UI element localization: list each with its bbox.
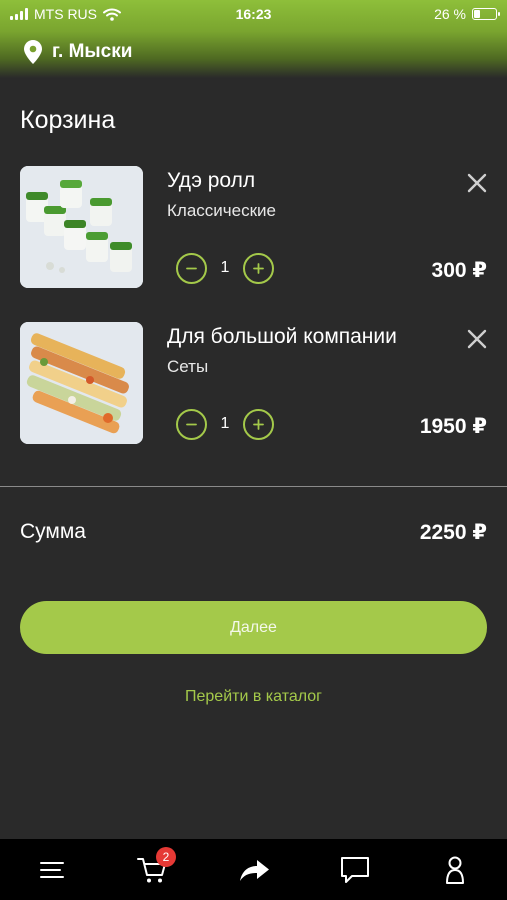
remove-item-button[interactable] [464,170,490,196]
close-icon [467,329,487,349]
item-name: Для большой компании [167,325,397,348]
chat-icon [341,857,369,883]
quantity-value: 1 [220,259,230,276]
minus-icon [186,267,197,270]
increase-quantity-button[interactable] [243,409,274,440]
plus-icon [253,263,264,274]
tab-chat[interactable] [337,853,373,887]
city-label: г. Мыски [52,41,133,62]
sum-label: Сумма [20,520,86,543]
share-icon [240,860,269,881]
item-category: Классические [167,201,276,220]
tab-profile[interactable] [437,853,473,887]
minus-icon [186,423,197,426]
roll-photo [20,166,143,288]
tab-menu[interactable] [34,853,70,887]
city-selector[interactable]: г. Мыски [24,40,132,64]
close-icon [467,173,487,193]
divider [0,486,507,487]
menu-icon [40,862,64,878]
item-category: Сеты [167,357,209,376]
battery-fill [474,10,480,18]
cart-badge: 2 [156,847,176,867]
page-title: Корзина [20,106,116,134]
status-bar: MTS RUS 16:23 26 % [0,0,507,28]
plus-icon [253,419,264,430]
cart-item: Для большой компании Сеты 1 1950 ₽ [0,322,507,452]
product-image[interactable] [20,322,143,444]
sushi-set-photo [20,322,143,444]
profile-icon [446,856,464,884]
product-image[interactable] [20,166,143,288]
next-button[interactable]: Далее [20,601,487,654]
tab-cart[interactable]: 2 [134,847,176,887]
catalog-link[interactable]: Перейти в каталог [0,688,507,706]
tab-share[interactable] [236,853,272,887]
top-bar: MTS RUS 16:23 26 % г. Мыски [0,0,507,78]
battery-icon [472,8,500,20]
item-price: 300 ₽ [431,259,487,282]
status-time: 16:23 [235,6,272,22]
sum-value: 2250 ₽ [419,521,487,544]
tab-bar: 2 [0,839,507,900]
increase-quantity-button[interactable] [243,253,274,284]
remove-item-button[interactable] [464,326,490,352]
quantity-value: 1 [220,415,230,432]
item-price: 1950 ₽ [419,415,487,438]
item-name: Удэ ролл [167,169,256,192]
decrease-quantity-button[interactable] [176,409,207,440]
decrease-quantity-button[interactable] [176,253,207,284]
status-right: 26 % [434,6,500,22]
location-pin-icon [24,40,42,64]
cart-item: Удэ ролл Классические 1 300 ₽ [0,166,507,296]
battery-percent: 26 % [434,6,466,22]
